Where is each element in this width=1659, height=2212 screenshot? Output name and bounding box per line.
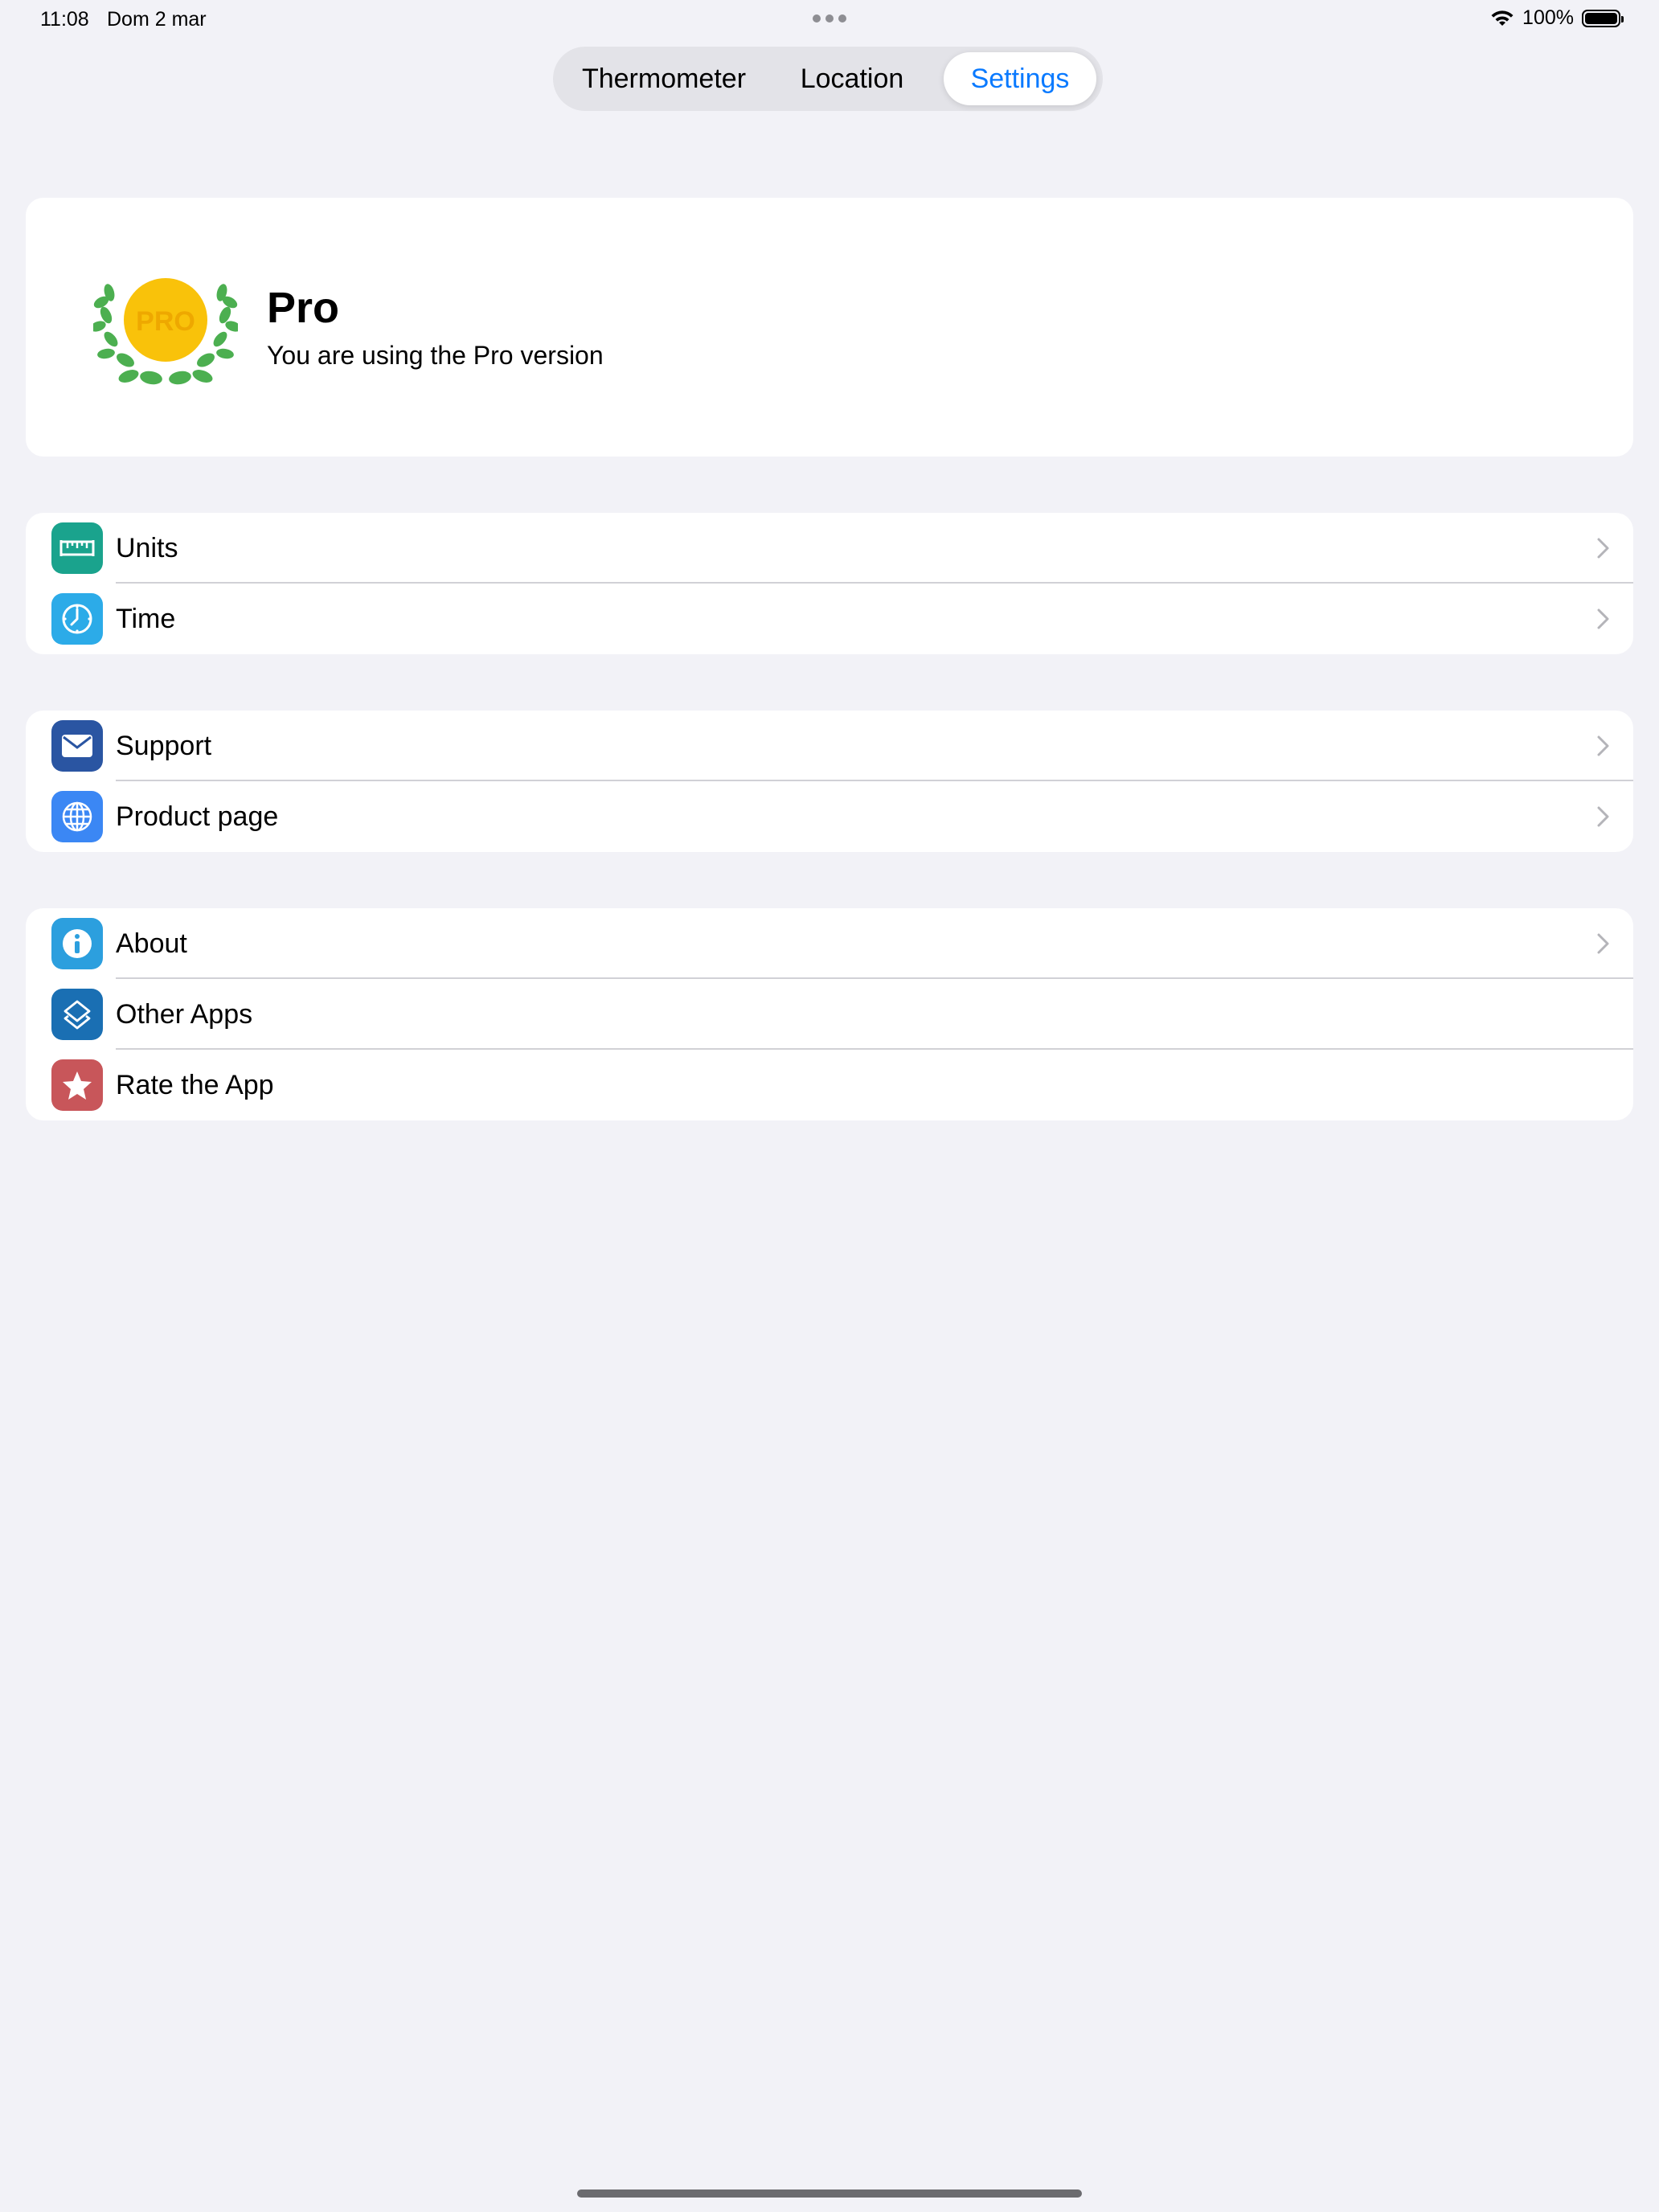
settings-group-preferences: Units Time — [26, 513, 1633, 654]
tab-thermometer[interactable]: Thermometer — [558, 52, 770, 105]
chevron-right-icon — [1597, 735, 1609, 756]
tab-settings[interactable]: Settings — [944, 52, 1096, 105]
about-label: About — [116, 928, 187, 959]
about-row[interactable]: About — [26, 908, 1633, 979]
status-date: Dom 2 mar — [107, 8, 207, 31]
ruler-icon — [51, 522, 103, 574]
status-indicators: 100% — [1490, 6, 1624, 30]
time-label: Time — [116, 604, 176, 634]
pro-laurel-badge-icon: PRO — [93, 278, 238, 385]
pro-card: PRO Pro You are using the Pro version — [26, 198, 1633, 457]
product-page-row[interactable]: Product page — [26, 781, 1633, 852]
chevron-right-icon — [1597, 933, 1609, 954]
other-apps-label: Other Apps — [116, 999, 253, 1030]
product-page-label: Product page — [116, 801, 279, 832]
chevron-right-icon — [1597, 608, 1609, 629]
status-time: 11:08 — [40, 8, 89, 31]
pro-title: Pro — [267, 284, 340, 332]
star-icon — [51, 1059, 103, 1111]
layers-icon — [51, 989, 103, 1040]
clock-icon — [51, 593, 103, 645]
tab-location[interactable]: Location — [772, 52, 932, 105]
wifi-icon — [1491, 10, 1514, 26]
support-label: Support — [116, 731, 212, 761]
rate-app-row[interactable]: Rate the App — [26, 1050, 1633, 1120]
units-label: Units — [116, 533, 178, 563]
pro-badge-text: PRO — [136, 306, 195, 337]
battery-percent: 100% — [1522, 6, 1574, 29]
tab-segmented-control: Thermometer Location Settings — [553, 47, 1103, 111]
info-icon — [51, 918, 103, 969]
units-row[interactable]: Units — [26, 513, 1633, 584]
chevron-right-icon — [1597, 538, 1609, 559]
envelope-icon — [51, 720, 103, 772]
chevron-right-icon — [1597, 806, 1609, 827]
multitasking-dots-icon[interactable] — [813, 14, 846, 23]
settings-group-info: About Other Apps Rate the App — [26, 908, 1633, 1120]
support-row[interactable]: Support — [26, 711, 1633, 781]
other-apps-row[interactable]: Other Apps — [26, 979, 1633, 1050]
settings-group-help: Support Product page — [26, 711, 1633, 852]
pro-subtitle: You are using the Pro version — [267, 341, 604, 370]
home-indicator[interactable] — [577, 2189, 1082, 2198]
battery-icon — [1582, 9, 1624, 27]
time-row[interactable]: Time — [26, 584, 1633, 654]
globe-icon — [51, 791, 103, 842]
rate-app-label: Rate the App — [116, 1070, 274, 1100]
status-bar: 11:08 Dom 2 mar 100% — [0, 0, 1659, 39]
